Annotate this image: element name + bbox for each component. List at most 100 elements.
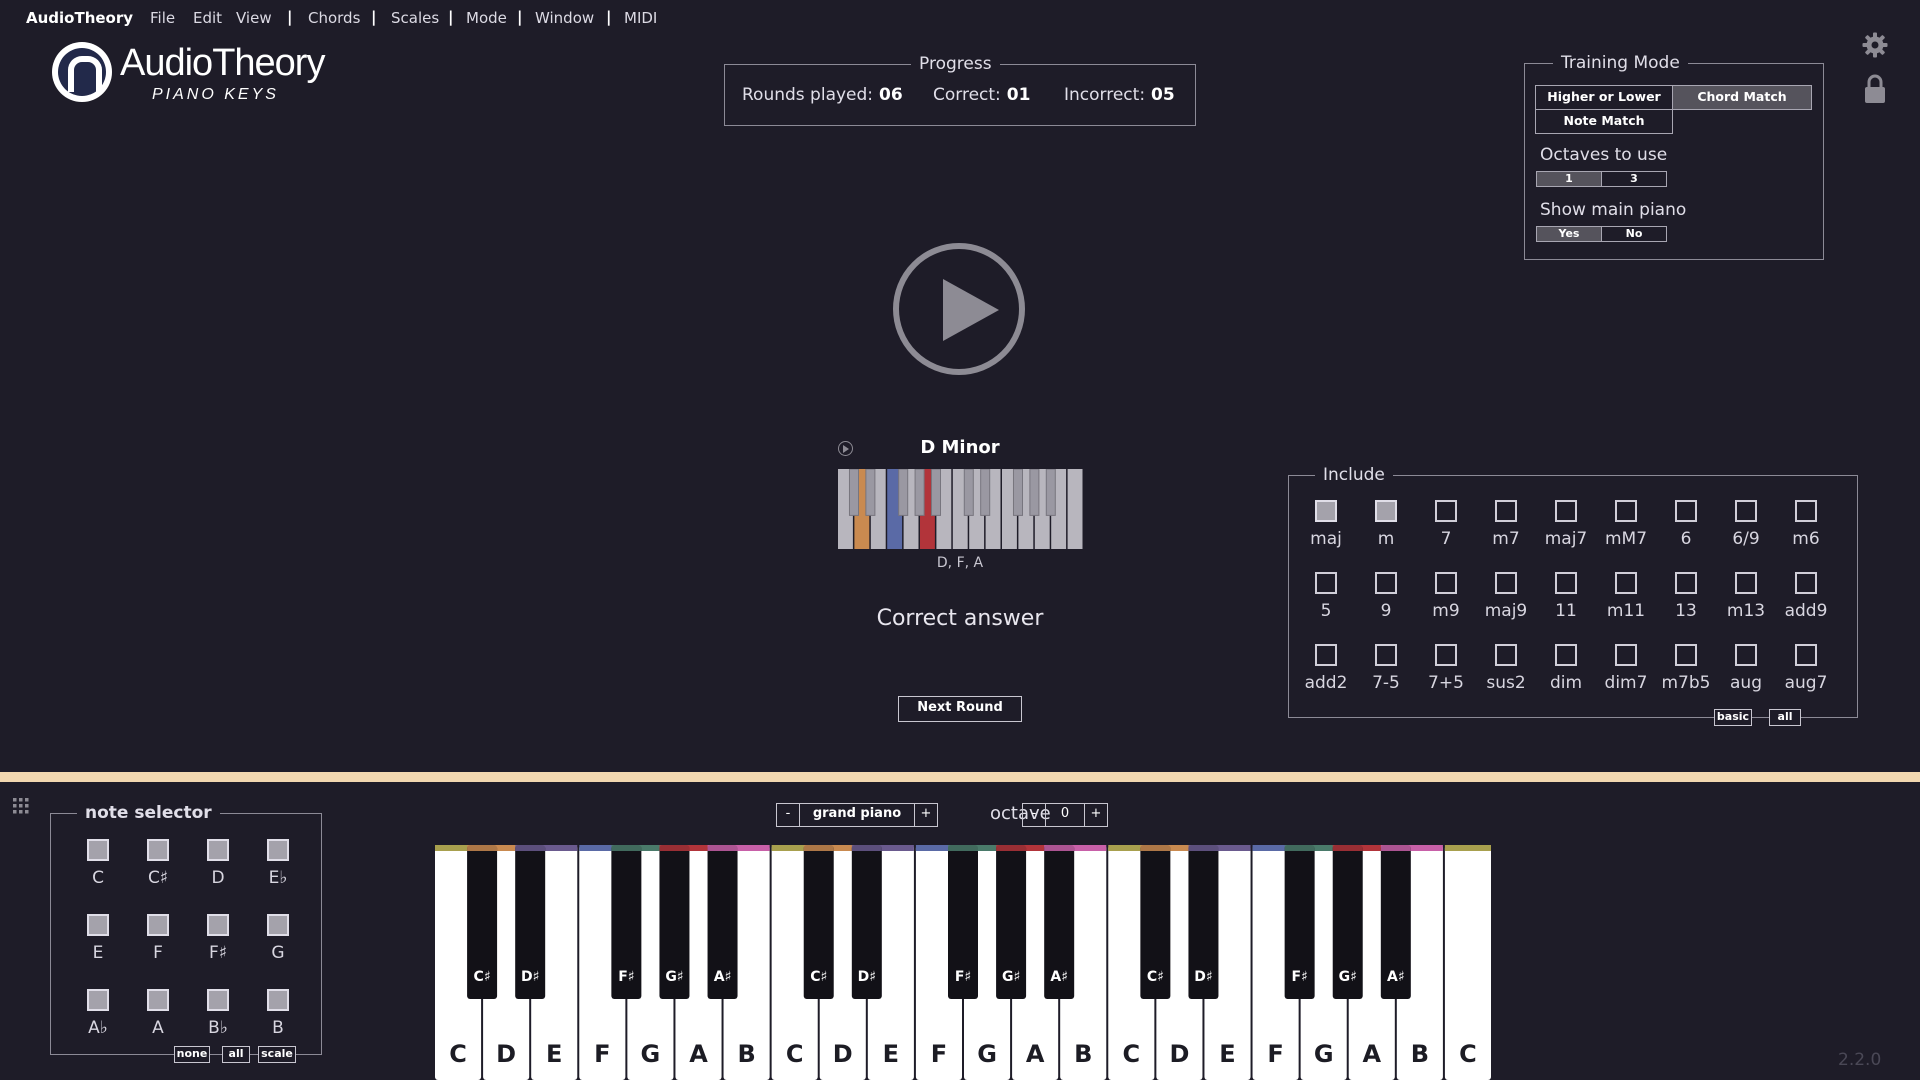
- menu-scales[interactable]: Scales: [391, 9, 439, 27]
- include-11-checkbox[interactable]: 11: [1537, 572, 1595, 621]
- checkbox-box[interactable]: [207, 839, 229, 861]
- include-9-checkbox[interactable]: 9: [1357, 572, 1415, 621]
- menu-file[interactable]: File: [150, 9, 175, 27]
- include-aug-checkbox[interactable]: aug: [1717, 644, 1775, 693]
- checkbox-box[interactable]: [1675, 644, 1697, 666]
- mode-note-match-button[interactable]: Note Match: [1535, 109, 1673, 134]
- menu-view[interactable]: View: [236, 9, 272, 27]
- menu-edit[interactable]: Edit: [193, 9, 222, 27]
- checkbox-box[interactable]: [1795, 500, 1817, 522]
- instrument-prev-button[interactable]: -: [776, 803, 800, 827]
- play-chord-button[interactable]: [893, 243, 1025, 375]
- checkbox-box[interactable]: [1795, 644, 1817, 666]
- checkbox-box[interactable]: [147, 839, 169, 861]
- include-13-checkbox[interactable]: 13: [1657, 572, 1715, 621]
- note-checkbox-10[interactable]: B♭: [193, 989, 243, 1038]
- checkbox-box[interactable]: [1735, 500, 1757, 522]
- checkbox-box[interactable]: [1555, 500, 1577, 522]
- checkbox-box[interactable]: [147, 914, 169, 936]
- include-dim-checkbox[interactable]: dim: [1537, 644, 1595, 693]
- checkbox-box[interactable]: [1675, 572, 1697, 594]
- checkbox-box[interactable]: [1435, 644, 1457, 666]
- include-5-checkbox[interactable]: 5: [1297, 572, 1355, 621]
- note-checkbox-1[interactable]: C♯: [133, 839, 183, 888]
- next-round-button[interactable]: Next Round: [898, 696, 1022, 722]
- checkbox-box[interactable]: [267, 989, 289, 1011]
- checkbox-box[interactable]: [1615, 644, 1637, 666]
- app-menu-brand[interactable]: AudioTheory: [26, 9, 133, 27]
- checkbox-box[interactable]: [207, 914, 229, 936]
- include-m-checkbox[interactable]: m: [1357, 500, 1415, 549]
- octaves-1-button[interactable]: 1: [1536, 171, 1602, 187]
- note-checkbox-3[interactable]: E♭: [253, 839, 303, 888]
- note-checkbox-7[interactable]: G: [253, 914, 303, 963]
- note-checkbox-8[interactable]: A♭: [73, 989, 123, 1038]
- include-basic-button[interactable]: basic: [1714, 709, 1752, 726]
- lock-icon[interactable]: [1864, 74, 1886, 104]
- menu-mode[interactable]: Mode: [466, 9, 507, 27]
- checkbox-box[interactable]: [1555, 644, 1577, 666]
- note-checkbox-9[interactable]: A: [133, 989, 183, 1038]
- checkbox-box[interactable]: [1375, 500, 1397, 522]
- include-m7b5-checkbox[interactable]: m7b5: [1657, 644, 1715, 693]
- checkbox-box[interactable]: [1315, 572, 1337, 594]
- octave-down-button[interactable]: -: [1022, 803, 1046, 827]
- include-maj-checkbox[interactable]: maj: [1297, 500, 1355, 549]
- checkbox-box[interactable]: [1795, 572, 1817, 594]
- note-none-button[interactable]: none: [174, 1046, 210, 1063]
- checkbox-box[interactable]: [207, 989, 229, 1011]
- include-sus2-checkbox[interactable]: sus2: [1477, 644, 1535, 693]
- include-7-5-checkbox[interactable]: 7-5: [1357, 644, 1415, 693]
- include-all-button[interactable]: all: [1769, 709, 1801, 726]
- note-checkbox-11[interactable]: B: [253, 989, 303, 1038]
- checkbox-box[interactable]: [267, 839, 289, 861]
- include-m13-checkbox[interactable]: m13: [1717, 572, 1775, 621]
- checkbox-box[interactable]: [147, 989, 169, 1011]
- menu-midi[interactable]: MIDI: [624, 9, 657, 27]
- include-mm7-checkbox[interactable]: mM7: [1597, 500, 1655, 549]
- mode-higher-or-lower-button[interactable]: Higher or Lower: [1535, 85, 1673, 110]
- grid-menu-icon[interactable]: [12, 797, 30, 815]
- checkbox-box[interactable]: [1675, 500, 1697, 522]
- include-6-checkbox[interactable]: 6: [1657, 500, 1715, 549]
- checkbox-box[interactable]: [267, 914, 289, 936]
- note-scale-button[interactable]: scale: [258, 1046, 296, 1063]
- include-m7-checkbox[interactable]: m7: [1477, 500, 1535, 549]
- checkbox-box[interactable]: [87, 914, 109, 936]
- checkbox-box[interactable]: [1615, 572, 1637, 594]
- checkbox-box[interactable]: [1735, 572, 1757, 594]
- include-dim7-checkbox[interactable]: dim7: [1597, 644, 1655, 693]
- checkbox-box[interactable]: [1495, 572, 1517, 594]
- checkbox-box[interactable]: [1495, 644, 1517, 666]
- checkbox-box[interactable]: [1435, 572, 1457, 594]
- checkbox-box[interactable]: [1435, 500, 1457, 522]
- checkbox-box[interactable]: [1615, 500, 1637, 522]
- menu-window[interactable]: Window: [535, 9, 594, 27]
- include-m9-checkbox[interactable]: m9: [1417, 572, 1475, 621]
- show-piano-yes-button[interactable]: Yes: [1536, 226, 1602, 242]
- octave-up-button[interactable]: +: [1084, 803, 1108, 827]
- checkbox-box[interactable]: [87, 989, 109, 1011]
- checkbox-box[interactable]: [1315, 500, 1337, 522]
- include-7-checkbox[interactable]: 7: [1417, 500, 1475, 549]
- note-checkbox-5[interactable]: F: [133, 914, 183, 963]
- replay-chord-button[interactable]: [838, 441, 853, 456]
- note-checkbox-4[interactable]: E: [73, 914, 123, 963]
- include-add2-checkbox[interactable]: add2: [1297, 644, 1355, 693]
- include-aug7-checkbox[interactable]: aug7: [1777, 644, 1835, 693]
- show-piano-no-button[interactable]: No: [1601, 226, 1667, 242]
- note-all-button[interactable]: all: [222, 1046, 250, 1063]
- checkbox-box[interactable]: [1495, 500, 1517, 522]
- include-maj7-checkbox[interactable]: maj7: [1537, 500, 1595, 549]
- checkbox-box[interactable]: [1735, 644, 1757, 666]
- octaves-3-button[interactable]: 3: [1601, 171, 1667, 187]
- include-6-9-checkbox[interactable]: 6/9: [1717, 500, 1775, 549]
- checkbox-box[interactable]: [1375, 572, 1397, 594]
- checkbox-box[interactable]: [1315, 644, 1337, 666]
- menu-chords[interactable]: Chords: [308, 9, 360, 27]
- note-checkbox-2[interactable]: D: [193, 839, 243, 888]
- checkbox-box[interactable]: [1375, 644, 1397, 666]
- gear-icon[interactable]: [1862, 32, 1888, 58]
- include-add9-checkbox[interactable]: add9: [1777, 572, 1835, 621]
- note-checkbox-0[interactable]: C: [73, 839, 123, 888]
